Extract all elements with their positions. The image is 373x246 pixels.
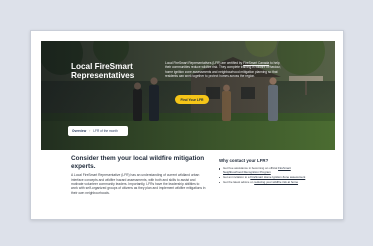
list-item-link[interactable]: FireSmart Home Ignition Zone assessment <box>250 175 305 179</box>
breadcrumb-current: LFR of the month <box>93 129 118 133</box>
why-contact-list: Get free assistance in becoming an offic… <box>219 166 311 185</box>
find-your-lfr-button[interactable]: Find Your LFR <box>175 95 209 104</box>
breadcrumb: Overview › LFR of the month <box>68 126 128 136</box>
list-item: Get free assistance in becoming an offic… <box>219 166 311 174</box>
hero-banner: Local FireSmart Representatives Local Fi… <box>41 41 335 150</box>
chevron-right-icon: › <box>89 129 91 133</box>
list-item-link[interactable]: reducing your wildfire risk at home <box>254 180 298 184</box>
hero-title: Local FireSmart Representatives <box>71 62 135 81</box>
hero-description: Local FireSmart Representatives (LFR) ar… <box>165 61 283 78</box>
section-heading: Consider them your local wildfire mitiga… <box>71 155 205 170</box>
list-item-text: Get the latest advice on <box>223 179 255 184</box>
why-contact-heading: Why contact your LFR? <box>219 158 269 163</box>
list-item: Get the latest advice on reducing your w… <box>219 179 311 185</box>
why-contact-column: Why contact your LFR? Get free assistanc… <box>219 158 311 186</box>
screenshot-frame: Local FireSmart Representatives Local Fi… <box>30 30 344 220</box>
list-item-text: Get an invitation to a <box>223 174 251 179</box>
web-page: Local FireSmart Representatives Local Fi… <box>41 41 335 211</box>
content-section: Consider them your local wildfire mitiga… <box>41 150 335 211</box>
intro-column: Consider them your local wildfire mitiga… <box>71 155 207 195</box>
section-body-text: A Local FireSmart Representative (LFR) h… <box>71 173 206 195</box>
breadcrumb-home-link[interactable]: Overview <box>72 129 86 133</box>
